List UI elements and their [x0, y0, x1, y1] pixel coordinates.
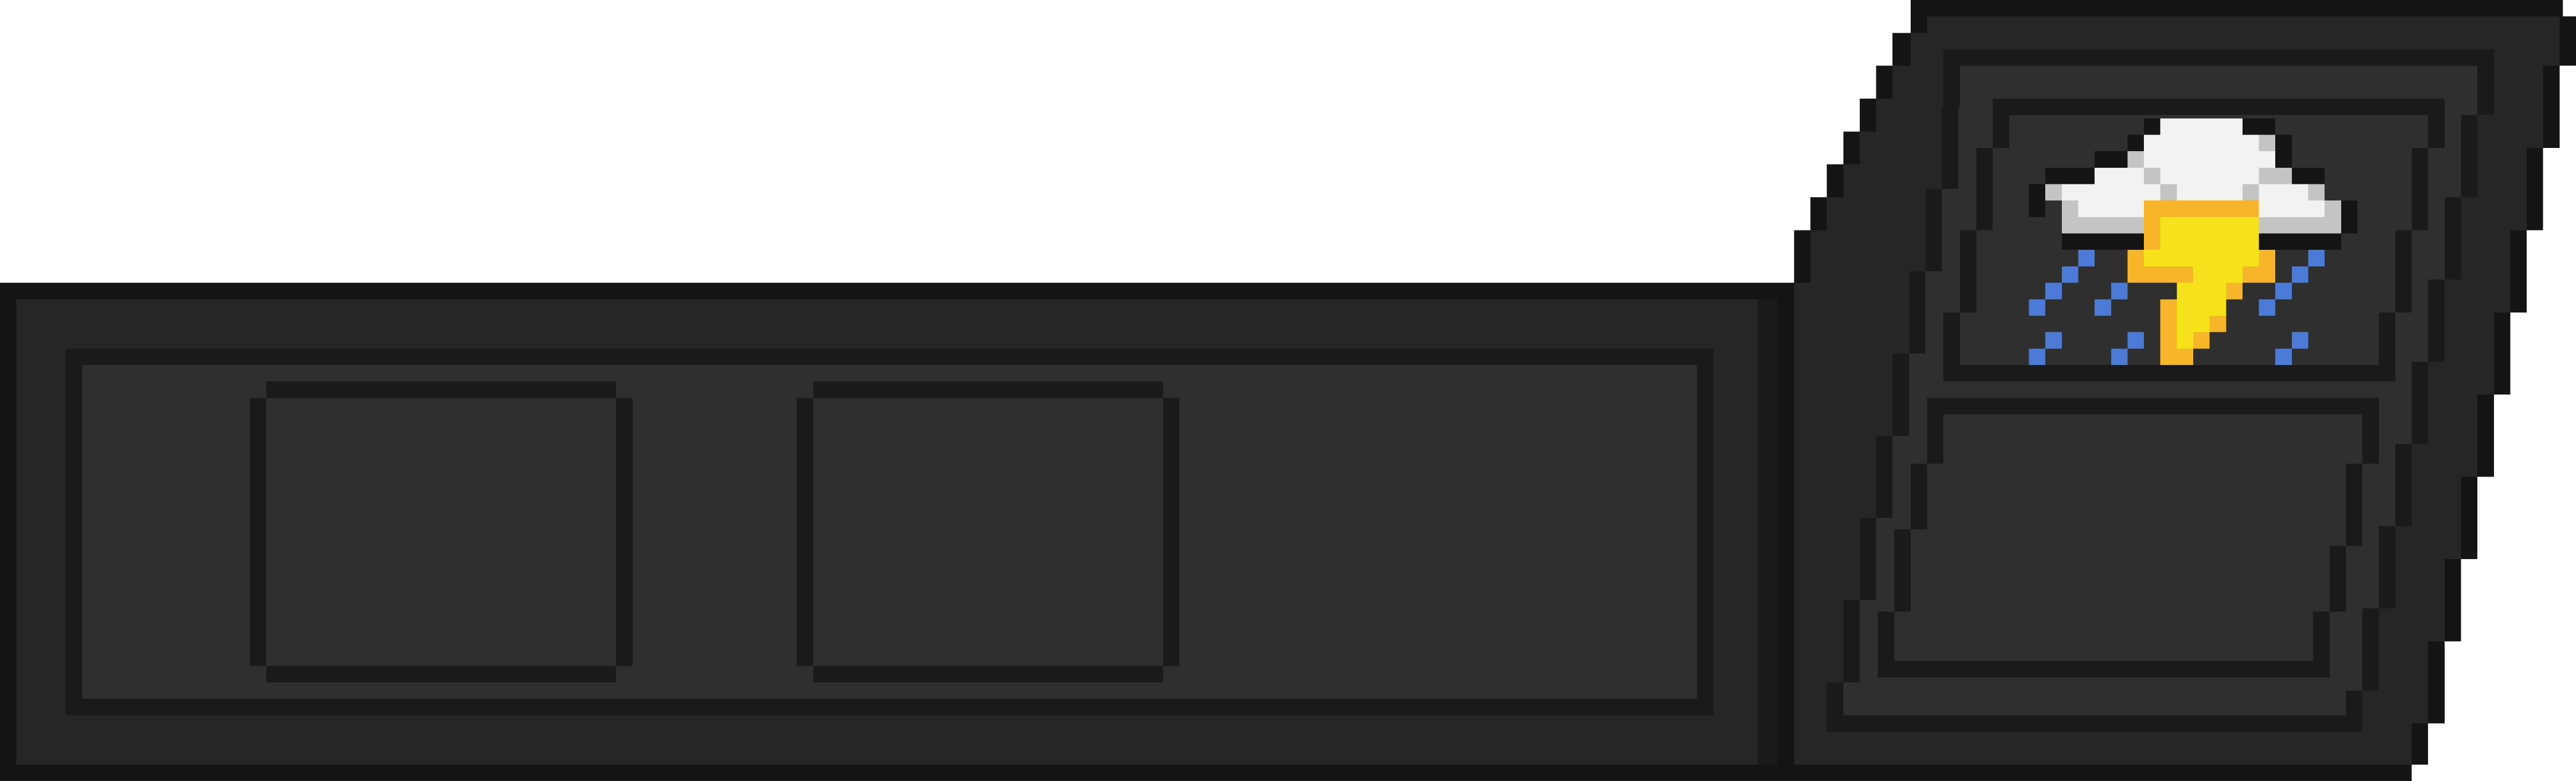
weather-panel — [1777, 0, 2576, 781]
inventory-bar — [0, 282, 1791, 781]
hud-svg — [0, 0, 2576, 781]
bar-divider — [1757, 299, 1778, 765]
inventory-slot-2[interactable] — [797, 381, 1180, 682]
info-window — [1877, 398, 2379, 678]
game-hud: thunderstorm — [0, 0, 2576, 781]
inventory-slot-1[interactable] — [249, 381, 633, 682]
